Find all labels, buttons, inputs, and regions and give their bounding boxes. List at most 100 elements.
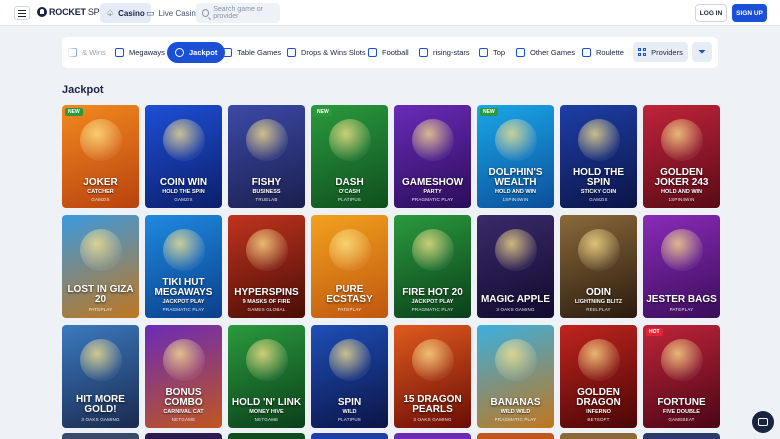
game-card[interactable]: SPIN WILD PLATIPUS bbox=[311, 325, 388, 428]
category-other-games[interactable]: Other Games bbox=[516, 42, 575, 63]
game-title: GAMESHOW bbox=[401, 177, 464, 188]
login-button[interactable]: LOG IN bbox=[695, 4, 727, 22]
game-artwork bbox=[660, 339, 703, 381]
game-card[interactable]: FISHY BUSINESS TRUELAB bbox=[228, 105, 305, 208]
game-artwork bbox=[494, 339, 537, 381]
search-icon bbox=[202, 9, 210, 17]
table-icon bbox=[223, 48, 232, 57]
game-artwork bbox=[577, 229, 620, 271]
game-subtitle: O'CASH bbox=[338, 189, 361, 195]
game-card[interactable]: MAGIC APPLE 3 OAKS GAMING bbox=[477, 215, 554, 318]
category-label: Table Games bbox=[237, 48, 282, 57]
game-artwork bbox=[660, 119, 703, 161]
category-football[interactable]: Football bbox=[368, 42, 409, 63]
game-card[interactable]: COIN WIN HOLD THE SPIN GAMZIX bbox=[145, 105, 222, 208]
game-card[interactable] bbox=[477, 433, 554, 439]
game-subtitle: HOLD AND WIN bbox=[494, 189, 537, 195]
game-card[interactable]: BONUS COMBO CARNIVAL CAT NETGAME bbox=[145, 325, 222, 428]
tab-live-casino-label: Live Casino bbox=[158, 8, 201, 18]
game-subtitle: WILD WILD bbox=[500, 409, 531, 415]
game-card[interactable] bbox=[560, 433, 637, 439]
providers-button[interactable]: Providers bbox=[633, 42, 688, 62]
game-provider: NETGAME bbox=[254, 417, 279, 422]
logo[interactable]: ROCKET SPIN bbox=[37, 7, 108, 17]
menu-icon[interactable] bbox=[14, 6, 30, 20]
game-title: ODIN bbox=[586, 287, 611, 298]
game-provider: PLATIPUS bbox=[337, 197, 362, 202]
category-table-games[interactable]: Table Games bbox=[223, 42, 281, 63]
chat-icon bbox=[758, 418, 768, 426]
game-title: HIT MORE GOLD! bbox=[76, 394, 125, 415]
game-card[interactable]: NEW DASH O'CASH PLATIPUS bbox=[311, 105, 388, 208]
game-card[interactable] bbox=[145, 433, 222, 439]
grid-icon bbox=[638, 48, 646, 56]
game-artwork bbox=[577, 339, 620, 381]
game-card[interactable]: 15 DRAGON PEARLS 3 OAKS GAMING bbox=[394, 325, 471, 428]
filter-button[interactable]: ⏷ bbox=[692, 42, 712, 62]
signup-button[interactable]: SIGN UP bbox=[732, 4, 767, 22]
game-subtitle: CARNIVAL CAT bbox=[163, 409, 204, 415]
game-card[interactable]: HOLD THE SPIN STICKY COIN GAMZIX bbox=[560, 105, 637, 208]
game-badge: NEW bbox=[314, 108, 332, 116]
game-card[interactable] bbox=[311, 433, 388, 439]
game-card[interactable]: GOLDEN DRAGON INFERNO BETSOFT bbox=[560, 325, 637, 428]
game-card[interactable]: HOLD 'N' LINK MONEY HIVE NETGAME bbox=[228, 325, 305, 428]
game-card[interactable]: TIKI HUT MEGAWAYS JACKPOT PLAY PRAGMATIC P… bbox=[145, 215, 222, 318]
game-card[interactable] bbox=[62, 433, 139, 439]
category-jackpot[interactable]: Jackpot bbox=[167, 42, 226, 63]
game-card[interactable]: HOT FORTUNE FIVE DOUBLE GAMEBEAT bbox=[643, 325, 720, 428]
game-provider: NETGAME bbox=[171, 417, 196, 422]
game-title: DASH bbox=[335, 177, 364, 188]
category-label: Megaways bbox=[129, 48, 165, 57]
game-card[interactable]: BANANAS WILD WILD PRAGMATIC PLAY bbox=[477, 325, 554, 428]
game-title: LOST IN GIZA 20 bbox=[67, 284, 134, 305]
game-provider: GAMEBEAT bbox=[668, 417, 695, 422]
game-card[interactable]: JESTER BAGS PATEPLAY bbox=[643, 215, 720, 318]
game-card[interactable]: FIRE HOT 20 JACKPOT PLAY PRAGMATIC PLAY bbox=[394, 215, 471, 318]
football-icon bbox=[368, 48, 377, 57]
game-card[interactable] bbox=[394, 433, 471, 439]
game-badge: NEW bbox=[65, 108, 83, 116]
game-title: 15 DRAGON PEARLS bbox=[403, 394, 462, 415]
category-rising-stars[interactable]: rising-stars bbox=[419, 42, 470, 63]
game-card[interactable] bbox=[228, 433, 305, 439]
game-provider: 3 OAKS GAMING bbox=[496, 307, 535, 312]
game-artwork bbox=[162, 339, 205, 381]
game-card[interactable]: HYPERSPINS 9 MASKS OF FIRE GAMES GLOBAL bbox=[228, 215, 305, 318]
game-title: JOKER bbox=[83, 177, 118, 188]
game-title: SPIN bbox=[337, 397, 362, 408]
game-card[interactable]: PURE ECSTASY PATEPLAY bbox=[311, 215, 388, 318]
game-card[interactable]: NEW JOKER CATCHER GAMZIX bbox=[62, 105, 139, 208]
game-title: HYPERSPINS bbox=[234, 287, 299, 298]
game-title: BONUS COMBO bbox=[164, 387, 203, 408]
chat-button[interactable] bbox=[752, 411, 774, 433]
game-card[interactable]: GAMESHOW PARTY PRAGMATIC PLAY bbox=[394, 105, 471, 208]
game-card[interactable]: LOST IN GIZA 20 PATEPLAY bbox=[62, 215, 139, 318]
partial-game-row bbox=[62, 433, 720, 439]
search-input[interactable]: Search game or provider bbox=[196, 3, 280, 23]
casino-icon: ♤ bbox=[106, 7, 115, 18]
game-artwork bbox=[162, 119, 205, 161]
game-card[interactable]: GOLDEN JOKER 243 HOLD AND WIN 1SPIN4WIN bbox=[643, 105, 720, 208]
game-subtitle: FIVE DOUBLE bbox=[663, 409, 700, 415]
game-title: DOLPHIN'S WEALTH bbox=[488, 167, 543, 188]
category-megaways[interactable]: Megaways bbox=[115, 42, 165, 63]
game-card[interactable]: ODIN LIGHTNING BLITZ REELPLAY bbox=[560, 215, 637, 318]
category-roulette[interactable]: Roulette bbox=[582, 42, 624, 63]
game-provider: PATEPLAY bbox=[669, 307, 694, 312]
game-card[interactable]: NEW DOLPHIN'S WEALTH HOLD AND WIN 1SPIN4WIN bbox=[477, 105, 554, 208]
game-card[interactable] bbox=[643, 433, 720, 439]
providers-label: Providers bbox=[651, 47, 683, 57]
game-artwork bbox=[79, 339, 122, 381]
game-subtitle: WILD bbox=[342, 409, 357, 415]
game-subtitle: HOLD THE SPIN bbox=[162, 189, 205, 195]
category-drops-wins-slots[interactable]: Drops & Wins Slots bbox=[287, 42, 366, 63]
game-subtitle: MONEY HIVE bbox=[249, 409, 284, 415]
game-subtitle: PARTY bbox=[423, 189, 442, 195]
section-title: Jackpot bbox=[62, 84, 104, 96]
category-top[interactable]: Top bbox=[479, 42, 505, 63]
game-provider: PRAGMATIC PLAY bbox=[494, 417, 537, 422]
game-subtitle: STICKY COIN bbox=[580, 189, 617, 195]
game-grid: NEW JOKER CATCHER GAMZIX COIN WIN HOLD THE SP… bbox=[62, 105, 720, 428]
game-card[interactable]: HIT MORE GOLD! 3 OAKS GAMING bbox=[62, 325, 139, 428]
